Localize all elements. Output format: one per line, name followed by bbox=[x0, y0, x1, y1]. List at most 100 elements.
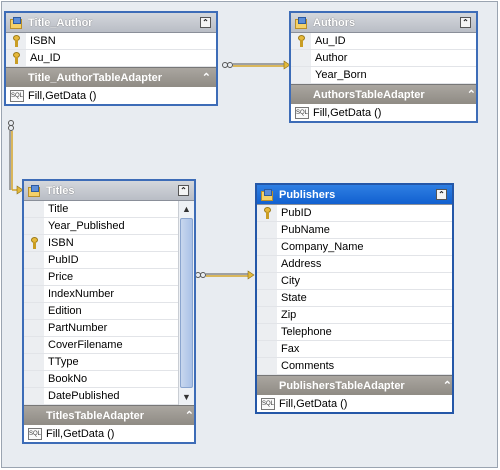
field-row[interactable]: PubID bbox=[24, 252, 178, 269]
field-row[interactable]: Year_Published bbox=[24, 218, 178, 235]
table-icon bbox=[28, 184, 42, 197]
field-label: CoverFilename bbox=[48, 339, 123, 351]
relation-titles-to-publishers[interactable] bbox=[195, 270, 255, 280]
field-row[interactable]: ISBN bbox=[6, 33, 216, 50]
field-row[interactable]: DatePublished bbox=[24, 388, 178, 405]
field-row[interactable]: IndexNumber bbox=[24, 286, 178, 303]
field-label: ISBN bbox=[30, 35, 56, 47]
field-row[interactable]: ISBN bbox=[24, 235, 178, 252]
field-label: PubName bbox=[281, 224, 330, 236]
field-label: Title bbox=[48, 203, 69, 215]
table-titles[interactable]: Titles ⌃ Title Year_Published ISBN PubID Pri… bbox=[22, 179, 196, 444]
field-row[interactable]: Author bbox=[291, 50, 476, 67]
field-row[interactable]: Au_ID bbox=[291, 33, 476, 50]
adapter-method[interactable]: SQL Fill,GetData () bbox=[257, 395, 452, 412]
row-gutter bbox=[257, 324, 277, 340]
double-chevron-up-icon[interactable]: ⌃ bbox=[178, 185, 189, 196]
row-gutter bbox=[24, 286, 44, 302]
scrollbar-thumb[interactable] bbox=[180, 218, 193, 388]
table-title: Authors bbox=[313, 16, 356, 29]
field-row[interactable]: Company_Name bbox=[257, 239, 452, 256]
field-label: BookNo bbox=[48, 373, 88, 385]
field-row[interactable]: Address bbox=[257, 256, 452, 273]
table-title-author[interactable]: Title_Author ⌃ ISBN Au_ID Title_AuthorTab… bbox=[4, 11, 218, 106]
table-title: Titles bbox=[46, 184, 75, 197]
field-row[interactable]: Edition bbox=[24, 303, 178, 320]
table-adapter-header[interactable]: Title_AuthorTableAdapter ⌃ bbox=[6, 67, 216, 87]
relation-title-author-to-authors[interactable] bbox=[222, 60, 291, 70]
primary-key-icon bbox=[297, 35, 305, 47]
field-row[interactable]: Au_ID bbox=[6, 50, 216, 67]
double-chevron-up-icon[interactable]: ⌃ bbox=[202, 71, 211, 84]
adapter-method[interactable]: SQL Fill,GetData () bbox=[291, 104, 476, 121]
field-row[interactable]: State bbox=[257, 290, 452, 307]
table-adapter-header[interactable]: AuthorsTableAdapter ⌃ bbox=[291, 84, 476, 104]
table-adapter-header[interactable]: TitlesTableAdapter ⌃ bbox=[24, 405, 194, 425]
row-gutter bbox=[24, 371, 44, 387]
field-row[interactable]: PubName bbox=[257, 222, 452, 239]
row-gutter bbox=[257, 239, 277, 255]
double-chevron-up-icon[interactable]: ⌃ bbox=[436, 189, 447, 200]
table-adapter-header[interactable]: PublishersTableAdapter ⌃ bbox=[257, 375, 452, 395]
scroll-up-arrow-icon[interactable]: ▲ bbox=[179, 201, 194, 217]
double-chevron-up-icon[interactable]: ⌃ bbox=[185, 409, 194, 422]
field-row[interactable]: PubID bbox=[257, 205, 452, 222]
field-row[interactable]: PartNumber bbox=[24, 320, 178, 337]
scroll-down-arrow-icon[interactable]: ▼ bbox=[179, 389, 194, 405]
field-row[interactable]: Fax bbox=[257, 341, 452, 358]
row-gutter bbox=[291, 50, 311, 66]
double-chevron-up-icon[interactable]: ⌃ bbox=[443, 379, 452, 392]
field-label: DatePublished bbox=[48, 390, 120, 402]
table-icon bbox=[10, 72, 24, 84]
field-label: Author bbox=[315, 52, 348, 64]
field-label: Zip bbox=[281, 309, 297, 321]
field-row[interactable]: Title bbox=[24, 201, 178, 218]
field-list[interactable]: Title Year_Published ISBN PubID Price IndexNu… bbox=[24, 201, 194, 405]
row-gutter bbox=[257, 256, 277, 272]
adapter-title: PublishersTableAdapter bbox=[279, 379, 405, 392]
double-chevron-up-icon[interactable]: ⌃ bbox=[460, 17, 471, 28]
table-publishers[interactable]: Publishers ⌃ PubID PubName Company_Name Add… bbox=[255, 183, 454, 414]
adapter-method[interactable]: SQL Fill,GetData () bbox=[6, 87, 216, 104]
field-row[interactable]: CoverFilename bbox=[24, 337, 178, 354]
table-header[interactable]: Authors ⌃ bbox=[291, 13, 476, 33]
field-row[interactable]: Year_Born bbox=[291, 67, 476, 84]
relation-title-author-to-titles[interactable] bbox=[8, 120, 24, 195]
field-row[interactable]: BookNo bbox=[24, 371, 178, 388]
row-gutter bbox=[6, 33, 26, 49]
row-gutter bbox=[291, 67, 311, 83]
row-gutter bbox=[6, 50, 26, 66]
row-gutter bbox=[291, 33, 311, 49]
row-gutter bbox=[257, 358, 277, 374]
double-chevron-up-icon[interactable]: ⌃ bbox=[467, 88, 476, 101]
field-row[interactable]: Zip bbox=[257, 307, 452, 324]
table-header[interactable]: Title_Author ⌃ bbox=[6, 13, 216, 33]
row-gutter bbox=[24, 235, 44, 251]
row-gutter bbox=[24, 201, 44, 217]
field-label: Au_ID bbox=[30, 52, 61, 64]
vertical-scrollbar[interactable]: ▲ ▼ bbox=[178, 201, 194, 405]
adapter-method[interactable]: SQL Fill,GetData () bbox=[24, 425, 194, 442]
field-label: Year_Born bbox=[315, 69, 367, 81]
field-label: Address bbox=[281, 258, 322, 270]
field-row[interactable]: City bbox=[257, 273, 452, 290]
field-label: Edition bbox=[48, 305, 82, 317]
field-row[interactable]: TType bbox=[24, 354, 178, 371]
field-row[interactable]: Comments bbox=[257, 358, 452, 375]
dataset-designer-canvas[interactable]: Title_Author ⌃ ISBN Au_ID Title_AuthorTab… bbox=[1, 1, 498, 468]
primary-key-icon bbox=[12, 52, 20, 64]
field-label: ISBN bbox=[48, 237, 74, 249]
table-authors[interactable]: Authors ⌃ Au_ID Author Year_Born AuthorsTa… bbox=[289, 11, 478, 123]
field-row[interactable]: Telephone bbox=[257, 324, 452, 341]
table-header[interactable]: Titles ⌃ bbox=[24, 181, 194, 201]
adapter-title: AuthorsTableAdapter bbox=[313, 88, 425, 101]
field-row[interactable]: Price bbox=[24, 269, 178, 286]
double-chevron-up-icon[interactable]: ⌃ bbox=[200, 17, 211, 28]
adapter-title: Title_AuthorTableAdapter bbox=[28, 71, 163, 84]
table-header[interactable]: Publishers ⌃ bbox=[257, 185, 452, 205]
table-icon bbox=[261, 188, 275, 201]
row-gutter bbox=[257, 307, 277, 323]
row-gutter bbox=[257, 205, 277, 221]
primary-key-icon bbox=[30, 237, 38, 249]
row-gutter bbox=[24, 354, 44, 370]
